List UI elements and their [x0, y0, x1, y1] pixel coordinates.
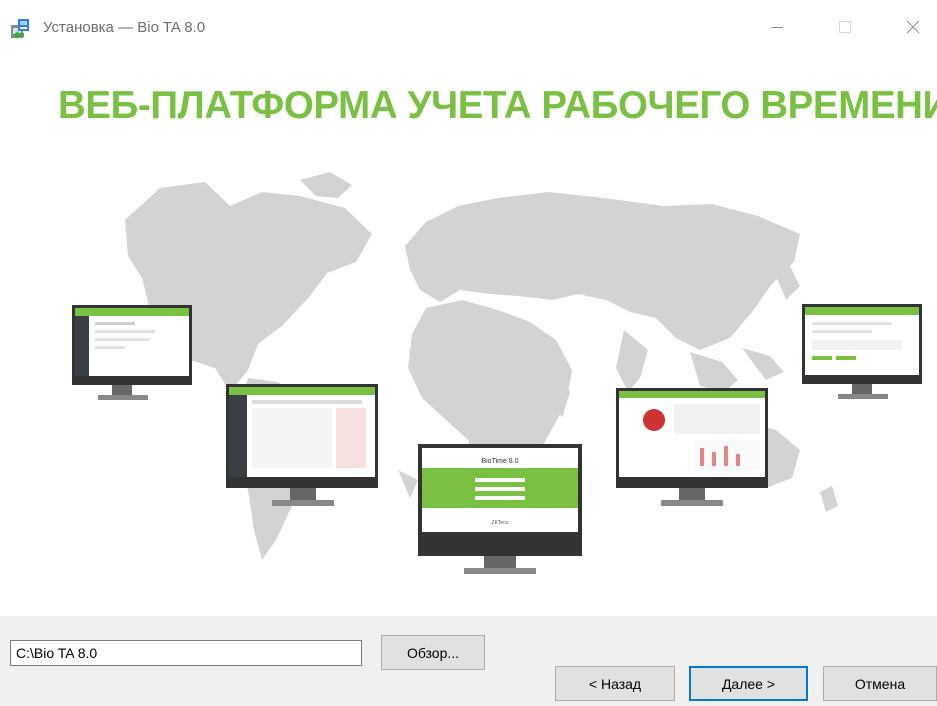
center-screen-brand: ZKTeco — [492, 520, 509, 526]
title-bar: Установка — Bio TA 8.0 — [0, 0, 937, 58]
close-icon — [906, 20, 920, 34]
window-title: Установка — Bio TA 8.0 — [43, 19, 206, 36]
install-path-input[interactable] — [10, 640, 362, 666]
monitor-far-right — [802, 304, 922, 399]
center-screen-logo: BioTime 8.0 — [481, 458, 518, 465]
banner-headline: ВЕБ-ПЛАТФОРМА УЧЕТА РАБОЧЕГО ВРЕМЕНИ — [58, 84, 937, 127]
next-button[interactable]: Далее > — [689, 666, 808, 701]
browse-button[interactable]: Обзор... — [381, 635, 485, 670]
monitor-right — [616, 388, 768, 506]
minimize-button[interactable] — [754, 12, 800, 42]
installer-icon — [11, 19, 29, 39]
monitor-far-left — [72, 305, 192, 400]
minimize-icon — [771, 27, 783, 28]
monitor-left — [226, 384, 378, 506]
cancel-button[interactable]: Отмена — [823, 666, 937, 701]
back-button[interactable]: < Назад — [555, 666, 675, 701]
maximize-icon — [839, 21, 851, 33]
monitor-center: BioTime 8.0 ZKTeco — [418, 444, 582, 574]
close-button[interactable] — [890, 12, 936, 42]
maximize-button[interactable] — [822, 12, 868, 42]
world-map-illustration: BioTime 8.0 ZKTeco — [72, 172, 922, 574]
